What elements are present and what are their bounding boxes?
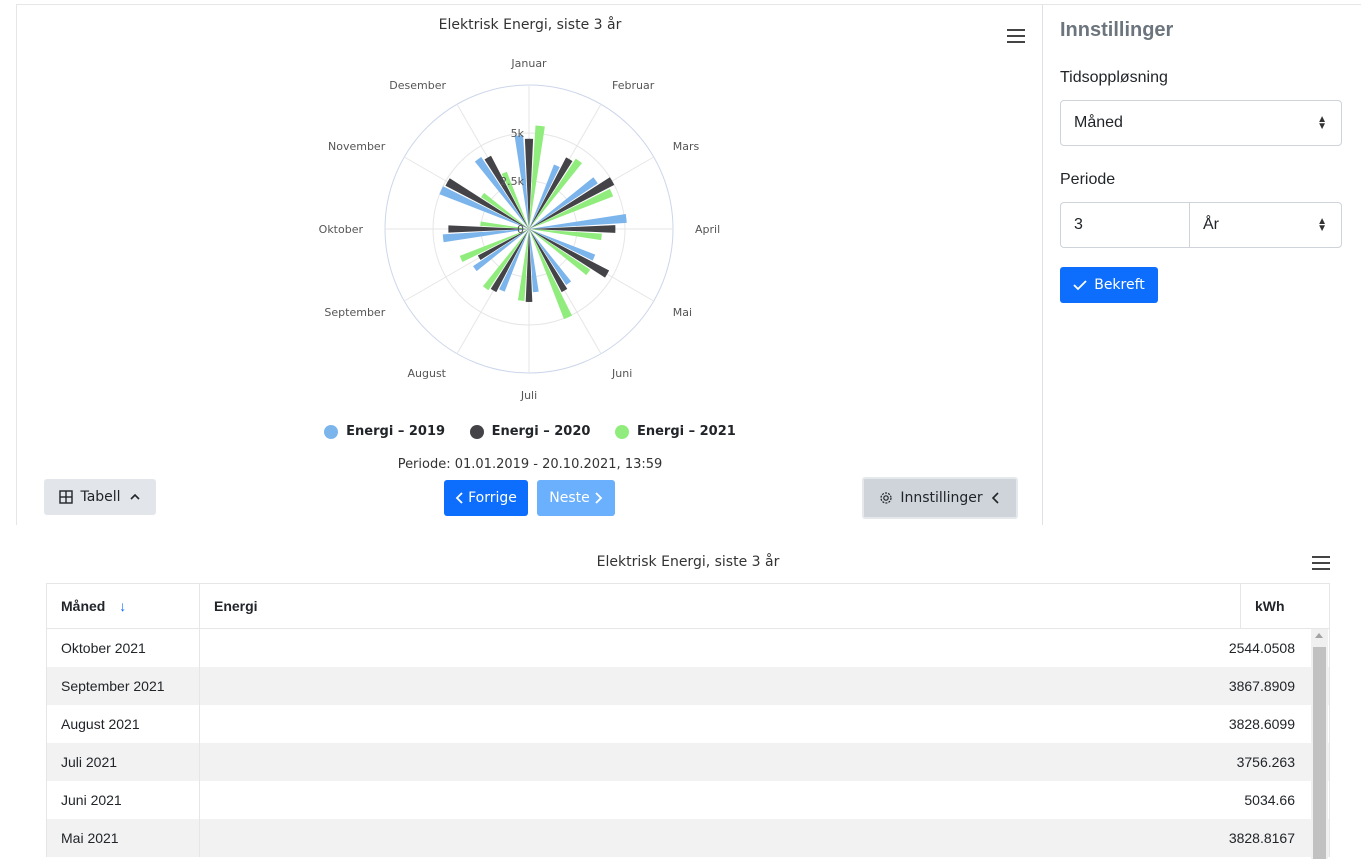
column-header-month[interactable]: Måned ↓ <box>46 583 200 629</box>
cell-month: Juni 2021 <box>46 781 200 819</box>
table-row: Juli 2021 3756.263 <box>46 743 1330 781</box>
cell-energy: 5034.66 <box>199 781 1330 819</box>
category-label: Januar <box>510 57 547 70</box>
table-scrollbar[interactable] <box>1311 629 1328 859</box>
cell-energy: 2544.0508 <box>199 628 1330 667</box>
settings-panel: Innstillinger Tidsoppløsning Måned ▲ ▼ Pe… <box>1042 4 1361 525</box>
table-row: September 2021 3867.8909 <box>46 667 1330 705</box>
legend-label-2021: Energi – 2021 <box>636 424 736 439</box>
legend-item-2021[interactable]: Energi – 2021 <box>614 424 736 439</box>
period-number-input[interactable]: 3 <box>1060 202 1190 248</box>
polar-bars <box>439 125 627 320</box>
resolution-label: Tidsoppløsning <box>1060 69 1168 86</box>
table-grid-icon <box>59 490 74 504</box>
legend-label-2020: Energi – 2020 <box>491 424 591 439</box>
category-label: Februar <box>612 79 655 92</box>
table-row: August 2021 3828.6099 <box>46 705 1330 743</box>
period-unit-value: År <box>1203 216 1219 233</box>
radial-tick-label: 0 <box>517 223 524 236</box>
cell-month: Oktober 2021 <box>46 628 200 667</box>
column-header-energy-label: Energi <box>214 598 258 614</box>
category-label: April <box>695 223 720 236</box>
cell-energy: 3828.6099 <box>199 705 1330 743</box>
select-updown-icon: ▲ ▼ <box>1317 216 1327 234</box>
column-header-unit: kWh <box>1240 583 1330 629</box>
table-row: Juni 2021 5034.66 <box>46 781 1330 819</box>
period-text: Periode: 01.01.2019 - 20.10.2021, 13:59 <box>397 457 663 472</box>
scroll-up-arrow-icon[interactable] <box>1315 633 1323 638</box>
energy-table: Måned ↓ Energi kWh Oktober 2021 2544.050… <box>46 583 1330 857</box>
table-section: Elektrisk Energi, siste 3 år Måned ↓ Ene… <box>46 545 1330 859</box>
legend-item-2020[interactable]: Energi – 2020 <box>469 424 591 439</box>
cell-month: August 2021 <box>46 705 200 743</box>
legend-item-2019[interactable]: Energi – 2019 <box>324 424 445 439</box>
table-header-row: Måned ↓ Energi kWh <box>46 583 1330 629</box>
category-label: August <box>408 367 447 380</box>
table-toggle-button[interactable]: Tabell <box>44 479 156 515</box>
period-number-value: 3 <box>1074 216 1083 233</box>
chevron-up-icon <box>129 493 140 500</box>
legend-dot-2019 <box>324 424 339 439</box>
sort-down-arrow-icon: ↓ <box>119 598 127 614</box>
legend-label-2019: Energi – 2019 <box>346 424 446 439</box>
cell-energy: 3828.8167 <box>199 819 1330 857</box>
previous-button[interactable]: Forrige <box>444 480 528 516</box>
settings-title: Innstillinger <box>1060 19 1174 41</box>
next-button[interactable]: Neste <box>537 480 615 516</box>
category-label: November <box>328 140 386 153</box>
confirm-button[interactable]: Bekreft <box>1060 267 1158 303</box>
radial-tick-label: 5k <box>511 127 525 140</box>
previous-label: Forrige <box>468 490 517 506</box>
cell-energy: 3867.8909 <box>199 667 1330 705</box>
table-row: Oktober 2021 2544.0508 <box>46 628 1330 667</box>
settings-toggle-button[interactable]: Innstillinger <box>862 477 1018 519</box>
category-label: Oktober <box>319 223 364 236</box>
category-label: Mai <box>673 306 692 319</box>
select-updown-icon: ▲ ▼ <box>1317 114 1327 132</box>
category-label: Juli <box>520 389 537 402</box>
category-label: September <box>324 306 385 319</box>
table-toggle-label: Tabell <box>80 489 121 505</box>
polar-chart: Januar Februar Mars April Mai Juni Juli August S… <box>319 57 721 402</box>
cell-month: Mai 2021 <box>46 819 200 857</box>
cell-month: September 2021 <box>46 667 200 705</box>
resolution-select[interactable]: Måned ▲ ▼ <box>1060 100 1342 146</box>
gear-icon <box>880 492 892 504</box>
period-label: Periode <box>1060 171 1116 188</box>
table-row: Mai 2021 3828.8167 <box>46 819 1330 857</box>
legend-dot-2020 <box>469 424 484 439</box>
cell-energy: 3756.263 <box>199 743 1330 781</box>
settings-toggle-label: Innstillinger <box>900 490 983 506</box>
resolution-value: Måned <box>1074 114 1123 131</box>
category-label: Desember <box>389 79 446 92</box>
cell-month: Juli 2021 <box>46 743 200 781</box>
chart-legend: Energi – 2019 Energi – 2020 Energi – 202… <box>17 424 1043 443</box>
category-label: Mars <box>673 140 700 153</box>
legend-dot-2021 <box>614 424 629 439</box>
chart-card: Elektrisk Energi, siste 3 år Januar Febru… <box>16 4 1043 525</box>
column-header-unit-label: kWh <box>1255 598 1285 614</box>
table-menu-hamburger-icon[interactable] <box>1312 552 1330 574</box>
scroll-thumb[interactable] <box>1313 647 1326 859</box>
period-unit-select[interactable]: År ▲ ▼ <box>1189 202 1342 248</box>
table-title: Elektrisk Energi, siste 3 år <box>596 554 780 570</box>
chevron-left-icon <box>455 492 463 504</box>
chevron-left-icon <box>991 492 999 504</box>
category-label: Juni <box>611 367 632 380</box>
radial-tick-label: 2.5k <box>500 175 524 188</box>
check-icon <box>1073 280 1087 291</box>
confirm-label: Bekreft <box>1094 277 1145 293</box>
chevron-right-icon <box>595 492 603 504</box>
column-header-month-label: Måned <box>61 598 106 614</box>
next-label: Neste <box>549 490 590 506</box>
column-header-energy[interactable]: Energi <box>199 583 1241 629</box>
